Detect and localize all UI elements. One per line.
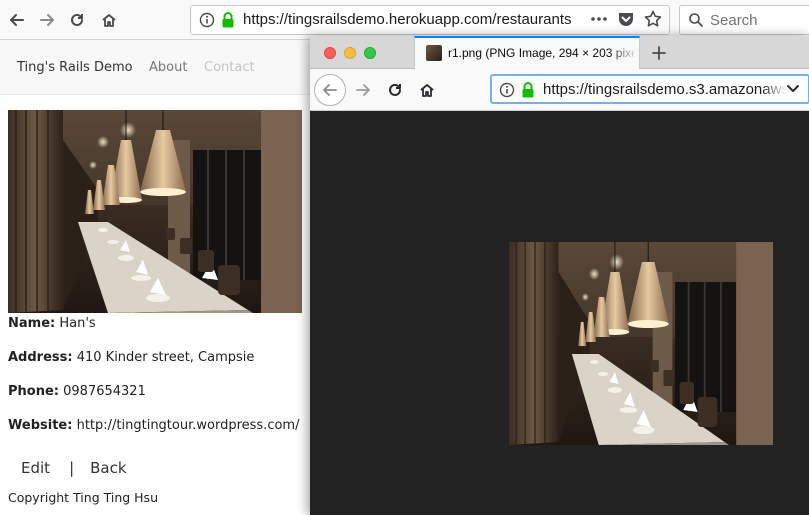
edit-link[interactable]: Edit <box>21 459 50 477</box>
lock-icon <box>222 12 234 28</box>
back-link[interactable]: Back <box>90 459 126 477</box>
front-back-button[interactable] <box>314 74 346 106</box>
website-value: http://tingtingtour.wordpress.com/ <box>76 418 300 433</box>
reload-icon <box>71 13 83 26</box>
pocket-icon[interactable] <box>616 9 636 29</box>
forward-arrow-icon <box>40 14 54 26</box>
restaurant-photo <box>8 110 302 313</box>
front-url-bar[interactable]: https://tingsrailsdemo.s3.amazonaws.com/… <box>490 74 809 104</box>
front-reload-button[interactable] <box>380 75 410 105</box>
info-icon[interactable] <box>199 12 215 28</box>
reload-button[interactable] <box>62 5 92 35</box>
forward-button[interactable] <box>32 5 62 35</box>
home-icon <box>420 84 434 97</box>
address-label: Address: <box>8 350 73 365</box>
copyright-text: Copyright Ting Ting Hsu <box>8 490 158 505</box>
window-minimize-button[interactable] <box>344 47 356 59</box>
site-navbar: Ting's Rails Demo About Contact <box>0 40 310 95</box>
info-icon[interactable] <box>499 82 515 98</box>
detail-name: Name: Han's <box>8 316 96 331</box>
tab-title: r1.png (PNG Image, 294 × 203 pixels) <box>448 46 634 60</box>
plus-icon <box>652 46 666 60</box>
address-value: 410 Kinder street, Campsie <box>76 350 255 365</box>
nav-contact-link[interactable]: Contact <box>204 60 255 75</box>
phone-label: Phone: <box>8 384 59 399</box>
site-brand-link[interactable]: Ting's Rails Demo <box>17 60 133 75</box>
detail-address: Address: 410 Kinder street, Campsie <box>8 350 254 365</box>
back-browser-toolbar: https://tingsrailsdemo.herokuapp.com/res… <box>0 0 809 40</box>
search-box[interactable] <box>679 5 809 35</box>
forward-arrow-icon <box>356 84 370 96</box>
website-label: Website: <box>8 418 73 433</box>
phone-value: 0987654321 <box>63 384 146 399</box>
search-icon <box>689 13 703 27</box>
image-browser-window: r1.png (PNG Image, 294 × 203 pixels) htt… <box>310 36 809 515</box>
front-home-button[interactable] <box>412 75 442 105</box>
home-icon <box>102 14 116 27</box>
tab-strip: r1.png (PNG Image, 294 × 203 pixels) <box>310 36 809 69</box>
star-icon[interactable] <box>643 9 663 29</box>
back-arrow-icon <box>10 14 24 26</box>
image-viewer <box>310 111 809 515</box>
back-arrow-icon <box>323 84 337 96</box>
action-separator: | <box>69 459 75 477</box>
name-value: Han's <box>59 316 96 331</box>
action-links: Edit | Back <box>21 459 127 477</box>
chevron-down-icon[interactable] <box>786 84 800 94</box>
tab-image[interactable]: r1.png (PNG Image, 294 × 203 pixels) <box>414 36 640 69</box>
detail-website: Website: http://tingtingtour.wordpress.c… <box>8 418 299 433</box>
search-input[interactable] <box>710 11 809 29</box>
url-fade <box>762 76 808 102</box>
nav-about-link[interactable]: About <box>149 60 187 75</box>
name-label: Name: <box>8 316 56 331</box>
lock-icon <box>522 82 534 98</box>
more-dots-icon[interactable] <box>589 9 609 29</box>
home-button[interactable] <box>94 5 124 35</box>
tab-favicon <box>426 45 442 61</box>
window-close-button[interactable] <box>324 47 336 59</box>
window-maximize-button[interactable] <box>364 47 376 59</box>
front-browser-toolbar: https://tingsrailsdemo.s3.amazonaws.com/… <box>310 69 809 111</box>
front-forward-button[interactable] <box>348 75 378 105</box>
new-tab-button[interactable] <box>647 41 671 65</box>
back-url-text: https://tingsrailsdemo.herokuapp.com/res… <box>243 11 572 28</box>
detail-phone: Phone: 0987654321 <box>8 384 146 399</box>
reload-icon <box>389 83 401 96</box>
back-button[interactable] <box>2 5 32 35</box>
tab-title-fade <box>609 38 639 68</box>
viewed-image[interactable] <box>509 242 773 445</box>
